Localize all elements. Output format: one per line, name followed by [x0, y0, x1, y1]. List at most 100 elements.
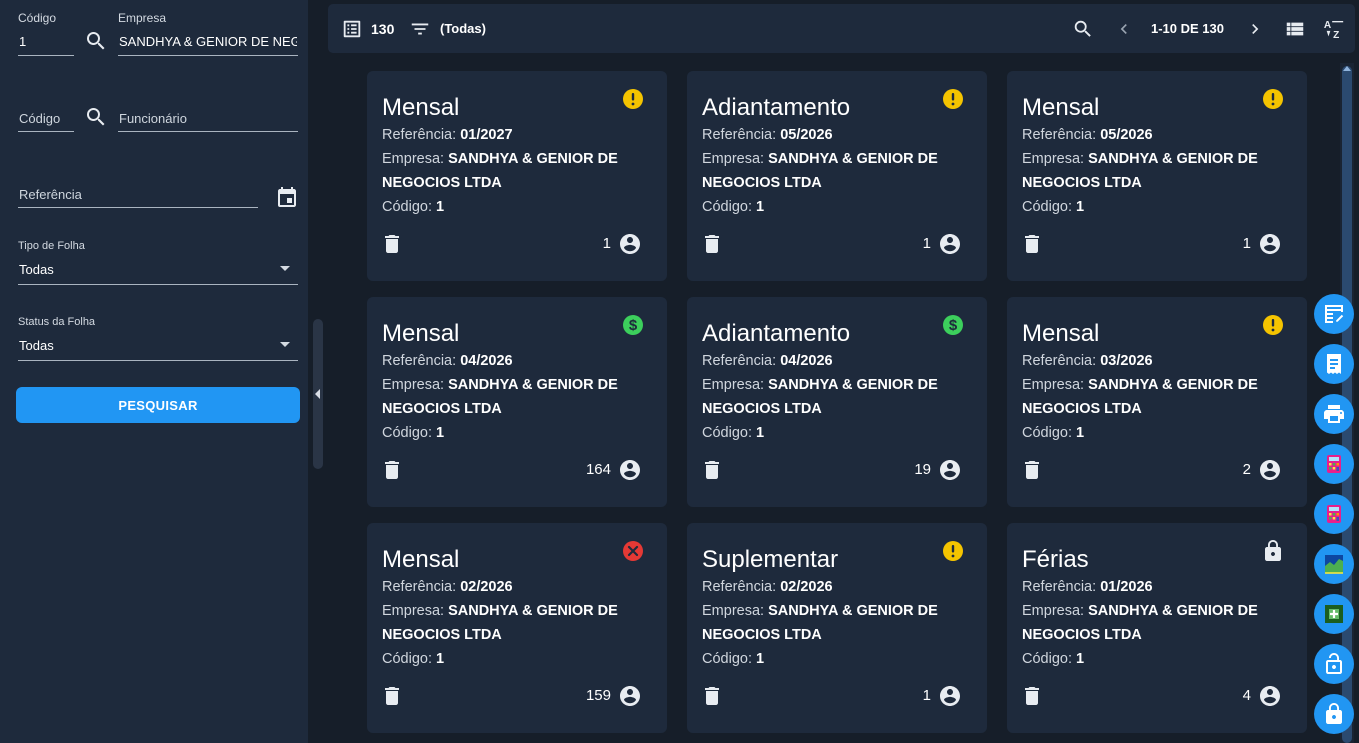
payroll-card[interactable]: Suplementar Referência: 02/2026 Empresa: S…	[687, 523, 987, 733]
trash-icon[interactable]	[700, 458, 724, 482]
calculator-fab-button[interactable]	[1314, 444, 1354, 484]
payroll-card[interactable]: Mensal Referência: 05/2026 Empresa: SANDHY…	[1007, 71, 1307, 281]
person-icon[interactable]	[618, 232, 642, 256]
card-empresa: Empresa: SANDHYA & GENIOR DE	[702, 377, 938, 393]
payroll-card[interactable]: Adiantamento $ Referência: 04/2026 Empresa:…	[687, 297, 987, 507]
add-box-fab-button[interactable]	[1314, 594, 1354, 634]
card-empresa-cont: NEGOCIOS LTDA	[1022, 627, 1142, 643]
empresa-codigo-value[interactable]: 1	[19, 34, 26, 49]
table-edit-fab-button[interactable]	[1314, 294, 1354, 334]
card-title: Mensal	[1022, 94, 1100, 121]
empresa-label: Empresa:	[382, 151, 445, 167]
payroll-card[interactable]: Mensal Referência: 01/2027 Empresa: SANDHY…	[367, 71, 667, 281]
chart-area-icon	[1322, 552, 1346, 576]
lock-open-fab-button[interactable]	[1314, 644, 1354, 684]
card-codigo: Código: 1	[1022, 425, 1084, 441]
search-icon[interactable]	[84, 29, 108, 53]
empresa-codigo-field[interactable]: Código 1	[18, 11, 74, 57]
payroll-card[interactable]: Adiantamento Referência: 05/2026 Empresa: …	[687, 71, 987, 281]
empresa-value-line1: SANDHYA & GENIOR DE	[448, 377, 618, 393]
next-page-button[interactable]	[1245, 4, 1265, 53]
person-icon[interactable]	[1258, 232, 1282, 256]
search-toggle[interactable]	[1072, 4, 1094, 53]
chevron-right-icon	[1252, 23, 1259, 34]
tipo-folha-value[interactable]: Todas	[19, 262, 54, 277]
lock-fab-button[interactable]	[1314, 694, 1354, 734]
alert-circle-icon	[621, 87, 645, 111]
empresa-field[interactable]: Empresa SANDHYA & GENIOR DE NEGO	[118, 11, 298, 57]
empresa-label: Empresa:	[1022, 151, 1085, 167]
receipt-fab-button[interactable]	[1314, 344, 1354, 384]
close-circle-icon	[621, 539, 645, 563]
person-icon[interactable]	[1258, 458, 1282, 482]
payroll-card[interactable]: Mensal $ Referência: 04/2026 Empresa: SANDH…	[367, 297, 667, 507]
trash-icon[interactable]	[380, 458, 404, 482]
chart-area-fab-button[interactable]	[1314, 544, 1354, 584]
filter-toggle[interactable]: (Todas)	[409, 4, 486, 53]
codigo-value: 1	[756, 199, 765, 215]
payroll-card[interactable]: Mensal Referência: 02/2026 Empresa: SANDHY…	[367, 523, 667, 733]
empresa-value[interactable]: SANDHYA & GENIOR DE NEGO	[119, 34, 297, 49]
person-icon[interactable]	[618, 458, 642, 482]
search-icon[interactable]	[84, 105, 108, 129]
chevron-down-icon[interactable]	[280, 266, 290, 271]
funcionario-codigo-placeholder[interactable]: Código	[19, 111, 60, 126]
trash-icon[interactable]	[700, 684, 724, 708]
status-folha-value[interactable]: Todas	[19, 338, 54, 353]
sort-button[interactable]: A Z	[1323, 4, 1345, 53]
empresa-value-line1: SANDHYA & GENIOR DE	[768, 151, 938, 167]
person-icon[interactable]	[938, 458, 962, 482]
calculator-fab-button[interactable]	[1314, 494, 1354, 534]
person-icon[interactable]	[938, 684, 962, 708]
printer-fab-button[interactable]	[1314, 394, 1354, 434]
person-icon[interactable]	[1258, 684, 1282, 708]
referencia-value: 03/2026	[1100, 353, 1153, 369]
referencia-label: Referência:	[382, 579, 457, 595]
underline	[18, 207, 258, 208]
person-icon[interactable]	[618, 684, 642, 708]
tipo-folha-select[interactable]: Tipo de Folha Todas	[18, 240, 298, 285]
card-referencia: Referência: 01/2027	[382, 127, 513, 143]
codigo-value: 1	[1076, 651, 1085, 667]
chevron-down-icon[interactable]	[280, 342, 290, 347]
referencia-field[interactable]: Referência	[18, 184, 258, 208]
referencia-placeholder[interactable]: Referência	[19, 187, 82, 202]
list-count[interactable]: 130	[341, 4, 394, 53]
trash-icon[interactable]	[380, 684, 404, 708]
trash-icon[interactable]	[700, 232, 724, 256]
empresa-value-line2: NEGOCIOS LTDA	[382, 175, 502, 191]
status-folha-select[interactable]: Status da Folha Todas	[18, 316, 298, 361]
trash-icon[interactable]	[1020, 232, 1044, 256]
chevron-left-icon[interactable]	[315, 389, 320, 399]
search-button[interactable]: PESQUISAR	[16, 387, 300, 423]
trash-icon[interactable]	[1020, 684, 1044, 708]
person-icon[interactable]	[938, 232, 962, 256]
dollar-circle-icon: $	[941, 313, 965, 337]
card-empresa: Empresa: SANDHYA & GENIOR DE	[382, 151, 618, 167]
card-empresa-cont: NEGOCIOS LTDA	[702, 627, 822, 643]
referencia-label: Referência:	[1022, 579, 1097, 595]
payroll-card[interactable]: Férias Referência: 01/2026 Empresa: SANDHY…	[1007, 523, 1307, 733]
calendar-icon[interactable]	[275, 186, 299, 210]
funcionario-placeholder[interactable]: Funcionário	[119, 111, 187, 126]
trash-icon[interactable]	[1020, 458, 1044, 482]
empresa-value-line2: NEGOCIOS LTDA	[382, 627, 502, 643]
view-toggle-button[interactable]	[1284, 4, 1306, 53]
codigo-value: 1	[1076, 199, 1085, 215]
view-list-icon	[1286, 22, 1304, 35]
empresa-label: Empresa:	[702, 603, 765, 619]
employee-count: 19	[914, 461, 931, 478]
underline	[18, 360, 298, 361]
prev-page-button[interactable]	[1114, 4, 1134, 53]
svg-text:A: A	[1324, 20, 1332, 31]
codigo-value: 1	[1076, 425, 1085, 441]
employee-count: 164	[585, 461, 611, 478]
funcionario-field[interactable]: Funcionário	[118, 108, 298, 132]
empresa-value-line1: SANDHYA & GENIOR DE	[768, 603, 938, 619]
employee-count: 1	[922, 687, 931, 704]
scroll-up-arrow[interactable]	[1343, 66, 1351, 71]
employee-count: 2	[1242, 461, 1251, 478]
payroll-card[interactable]: Mensal Referência: 03/2026 Empresa: SANDHY…	[1007, 297, 1307, 507]
trash-icon[interactable]	[380, 232, 404, 256]
funcionario-codigo-field[interactable]: Código	[18, 108, 74, 132]
